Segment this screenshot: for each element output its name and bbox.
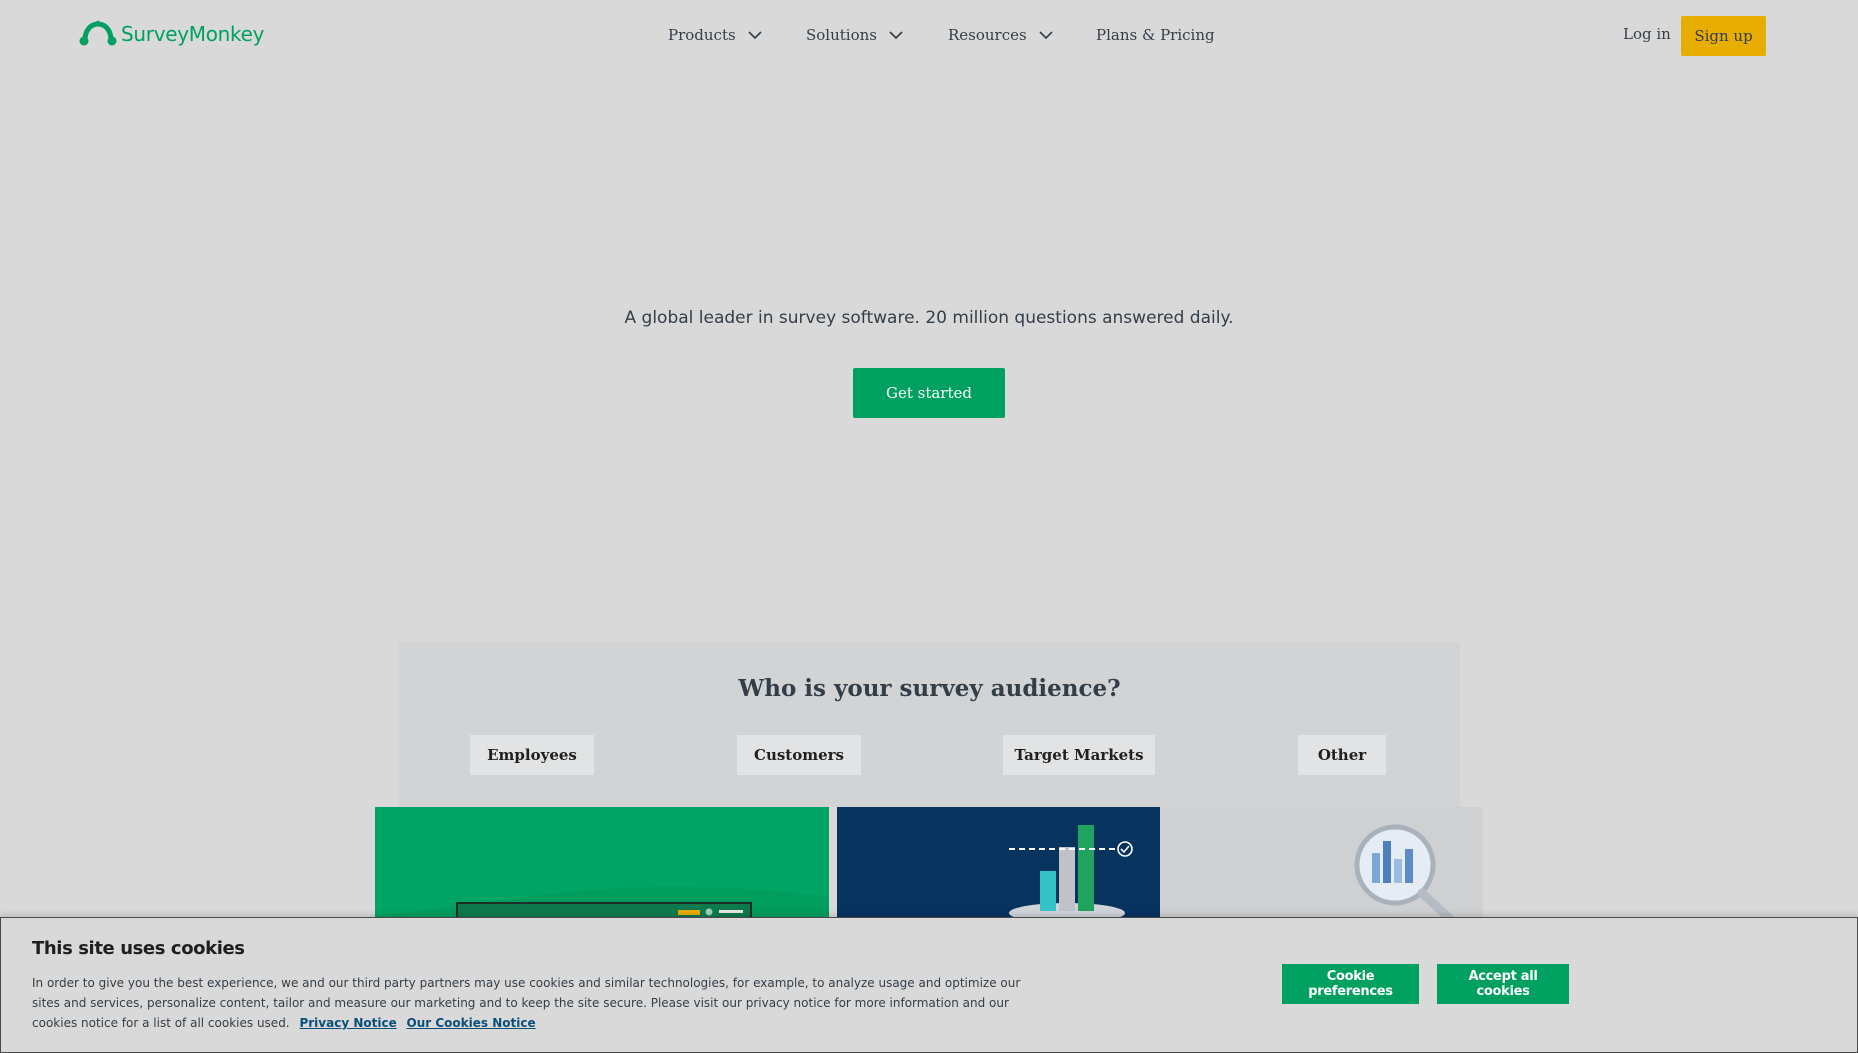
login-link[interactable]: Log in <box>1623 25 1671 43</box>
cookie-preferences-button[interactable]: Cookie preferences <box>1282 964 1419 1004</box>
chevron-down-icon <box>1039 31 1053 40</box>
nav-products-label: Products <box>668 26 736 44</box>
audience-customers-button[interactable]: Customers <box>737 735 861 775</box>
nav-resources[interactable]: Resources <box>948 26 1053 44</box>
get-started-button[interactable]: Get started <box>853 368 1005 418</box>
chevron-down-icon <box>889 31 903 40</box>
audience-section: Who is your survey audience? Employees C… <box>399 642 1460 807</box>
audience-target-markets-button[interactable]: Target Markets <box>1003 735 1155 775</box>
nav-solutions-label: Solutions <box>806 26 877 44</box>
nav-plans-pricing[interactable]: Plans & Pricing <box>1096 26 1215 44</box>
nav-plans-pricing-label: Plans & Pricing <box>1096 26 1215 44</box>
cookie-banner: This site uses cookies In order to give … <box>0 917 1858 1053</box>
audience-title: Who is your survey audience? <box>738 675 1121 702</box>
chevron-down-icon <box>748 31 762 40</box>
cookie-title: This site uses cookies <box>32 938 245 959</box>
accept-all-cookies-button[interactable]: Accept all cookies <box>1437 964 1569 1004</box>
cookie-description: In order to give you the best experience… <box>32 973 1032 1033</box>
audience-employees-button[interactable]: Employees <box>470 735 594 775</box>
audience-other-button[interactable]: Other <box>1298 735 1386 775</box>
nav-solutions[interactable]: Solutions <box>806 26 903 44</box>
hero-subtitle: A global leader in survey software. 20 m… <box>624 308 1234 328</box>
nav-products[interactable]: Products <box>668 26 762 44</box>
signup-button[interactable]: Sign up <box>1681 16 1766 56</box>
privacy-notice-link[interactable]: Privacy Notice <box>299 1016 396 1030</box>
cookies-notice-link[interactable]: Our Cookies Notice <box>407 1016 536 1030</box>
site-header: SurveyMonkey Products Solutions Resource… <box>0 0 1858 72</box>
nav-resources-label: Resources <box>948 26 1027 44</box>
main-nav: Products Solutions Resources Plans & Pri… <box>0 24 1858 46</box>
